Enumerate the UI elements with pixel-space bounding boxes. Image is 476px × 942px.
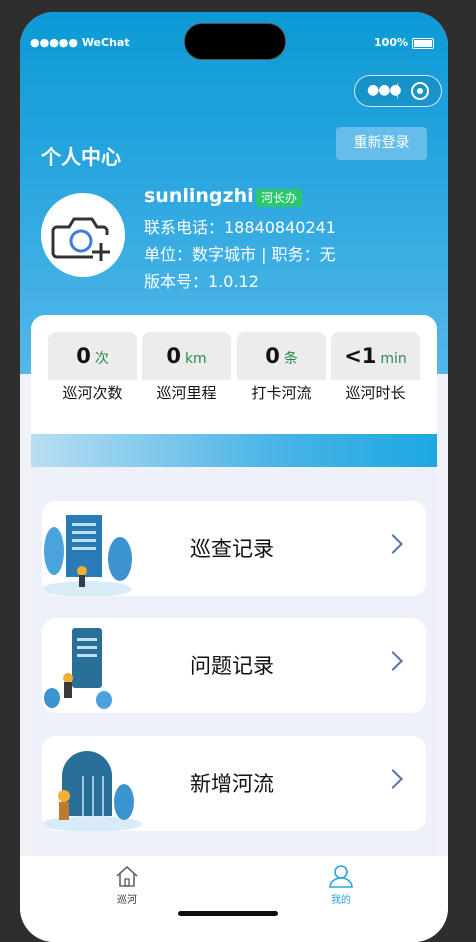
tab-patrol[interactable]: 巡河: [97, 864, 157, 906]
menu-label: 巡查记录: [190, 537, 274, 561]
camera-add-icon: [51, 217, 110, 261]
menu-label: 新增河流: [190, 772, 274, 796]
home-indicator: [178, 911, 278, 916]
username: sunlingzhi: [144, 185, 254, 207]
miniprogram-capsule[interactable]: ●●●: [354, 75, 442, 107]
issue-records-illustration: [44, 628, 112, 709]
capsule-divider: [397, 83, 398, 99]
home-icon: [116, 865, 138, 887]
avatar[interactable]: [41, 193, 125, 277]
stat-patrol-duration: <1 min: [331, 332, 420, 380]
battery-percent: 100%: [374, 36, 408, 49]
tab-label: 我的: [331, 895, 351, 906]
phone-info: 联系电话：18840840241: [144, 218, 336, 237]
tab-label: 巡河: [117, 895, 137, 906]
add-river-illustration: [42, 751, 142, 831]
stat-label: 打卡河流: [251, 384, 312, 402]
relogin-button[interactable]: 重新登录: [336, 127, 427, 160]
stat-label: 巡河次数: [62, 384, 123, 402]
more-icon[interactable]: ●●●: [367, 83, 402, 97]
camera-notch: [184, 23, 286, 60]
phone-screen: ●●●●● WeChat 100% ●●● 个人中心 重新登录 sunlingz…: [20, 12, 448, 942]
stat-unit: min: [380, 351, 407, 367]
stat-unit: 条: [283, 351, 298, 367]
stat-label: 巡河时长: [345, 384, 406, 402]
menu-patrol-records[interactable]: 巡查记录: [42, 501, 426, 596]
stat-patrol-count: 0次: [48, 332, 137, 380]
battery-icon: [412, 37, 434, 49]
patrol-records-illustration: [42, 515, 132, 596]
org-info: 单位：数字城市 | 职务：无: [144, 245, 336, 264]
stat-unit: km: [184, 351, 207, 367]
page-title: 个人中心: [41, 145, 121, 169]
stat-value: <1: [344, 344, 377, 368]
tab-bar: 巡河 我的: [20, 856, 448, 942]
stat-value: 0: [166, 344, 181, 368]
battery-status: 100%: [374, 36, 434, 49]
chevron-right-icon: [383, 651, 403, 671]
stat-patrol-distance: 0 km: [142, 332, 231, 380]
chevron-right-icon: [383, 534, 403, 554]
menu-label: 问题记录: [190, 654, 274, 678]
chevron-right-icon: [383, 769, 403, 789]
stat-label: 巡河里程: [156, 384, 217, 402]
tab-mine[interactable]: 我的: [311, 864, 371, 906]
carrier-label: ●●●●● WeChat: [30, 36, 130, 49]
version-info: 版本号：1.0.12: [144, 272, 259, 291]
menu-issue-records[interactable]: 问题记录: [42, 618, 426, 713]
stat-value: 0: [76, 344, 91, 368]
role-badge: 河长办: [256, 189, 303, 207]
stat-unit: 次: [94, 351, 109, 367]
stat-value: 0: [265, 344, 280, 368]
close-target-icon[interactable]: [411, 82, 429, 100]
section-banner: [31, 434, 437, 467]
user-icon: [329, 865, 353, 888]
menu-add-river[interactable]: 新增河流: [42, 736, 426, 831]
stat-checkin-rivers: 0条: [237, 332, 326, 380]
